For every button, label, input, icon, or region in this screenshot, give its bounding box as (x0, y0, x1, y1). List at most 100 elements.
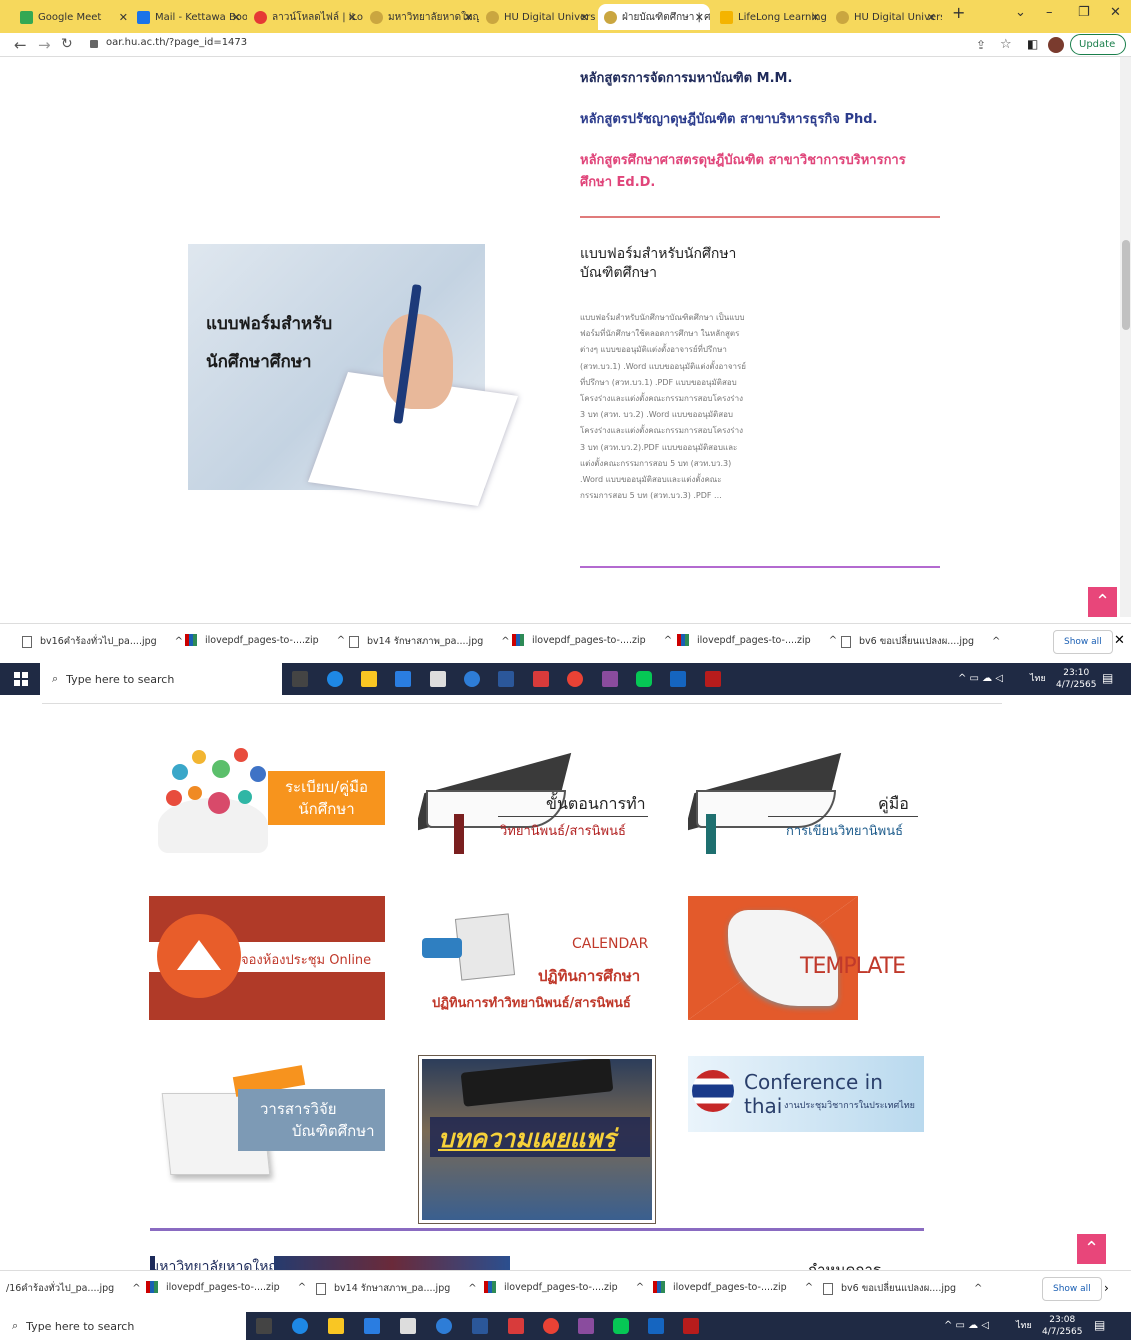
tile-template[interactable]: TEMPLATE (688, 896, 924, 1020)
close-icon[interactable]: ✕ (580, 11, 589, 24)
scrollbar[interactable] (1120, 57, 1131, 617)
download-item[interactable]: ilovepdf_pages-to-....zip ^ (146, 1281, 306, 1293)
tab-lifelong[interactable]: LifeLong Learning ✕ (714, 4, 826, 30)
download-item[interactable]: bv14 รักษาสภาพ_pa....jpg ^ (349, 634, 510, 649)
notifications-icon[interactable]: ▤ (1094, 1319, 1105, 1331)
windows-start-icon[interactable] (14, 672, 28, 686)
tab-hu-digital-2[interactable]: HU Digital Univers ✕ (830, 4, 942, 30)
close-icon[interactable]: ✕ (464, 11, 473, 24)
chevron-up-icon[interactable]: ^ (664, 635, 672, 646)
acrobat-icon[interactable] (508, 1318, 524, 1334)
chevron-up-icon[interactable]: ^ (805, 1282, 813, 1293)
tile-room-booking[interactable]: จองห้องประชุม Online (149, 896, 385, 1020)
bookmark-star-icon[interactable]: ☆ (1000, 37, 1012, 52)
task-view-icon[interactable] (292, 671, 308, 687)
chevron-up-icon[interactable]: ^ (636, 1282, 644, 1293)
language-indicator[interactable]: ไทย (1016, 1320, 1032, 1332)
update-button[interactable]: Update ⋮ (1070, 34, 1131, 55)
download-item[interactable]: ilovepdf_pages-to-....zip ^ (653, 1281, 813, 1293)
tab-mail[interactable]: Mail - Kettawa Boo ✕ (131, 4, 247, 30)
paint-icon[interactable] (602, 671, 618, 687)
word-icon[interactable] (472, 1318, 488, 1334)
chrome-icon[interactable] (567, 671, 583, 687)
calendar-icon[interactable] (430, 671, 446, 687)
close-downloads-icon[interactable]: ✕ (1114, 633, 1125, 648)
forms-thumbnail[interactable]: แบบฟอร์มสำหรับ นักศึกษาศึกษา (188, 244, 519, 506)
chevron-up-icon[interactable]: ^ (132, 1283, 140, 1294)
forms-title[interactable]: แบบฟอร์มสำหรับนักศึกษาบัณฑิตศึกษา (580, 245, 750, 283)
tile-writing-manual[interactable]: คู่มือ การเขียนวิทยานิพนธ์ (688, 738, 924, 860)
kebab-menu-icon[interactable]: ⋮ (1127, 39, 1131, 50)
new-tab-button[interactable]: + (952, 3, 965, 22)
reload-icon[interactable]: ↻ (61, 36, 73, 52)
chevron-right-icon[interactable]: › (1104, 1281, 1109, 1295)
winrar-icon[interactable] (683, 1318, 699, 1334)
taskbar-search[interactable]: ⌕ Type here to search (40, 663, 282, 695)
download-item[interactable]: ilovepdf_pages-to-....zip ^ (677, 634, 837, 646)
notifications-icon[interactable]: ▤ (1102, 672, 1113, 684)
mail-icon[interactable] (395, 671, 411, 687)
line-icon[interactable] (613, 1318, 629, 1334)
back-icon[interactable]: ← (14, 36, 27, 54)
tile-calendar[interactable]: CALENDAR ปฏิทินการศึกษา ปฏิทินการทำวิทยา… (418, 896, 656, 1020)
winrar-icon[interactable] (705, 671, 721, 687)
show-all-button[interactable]: Show all (1053, 630, 1113, 654)
close-icon[interactable]: ✕ (811, 11, 820, 24)
chevron-up-icon[interactable]: ^ (298, 1282, 306, 1293)
tab-search-icon[interactable]: ⌄ (1015, 5, 1026, 20)
tile-student-rules[interactable]: ระเบียบ/คู่มือ นักศึกษา (150, 738, 385, 860)
ie-icon[interactable] (464, 671, 480, 687)
tile-published-articles[interactable]: บทความเผยแพร่ (419, 1056, 655, 1223)
chevron-up-icon[interactable]: ^ (829, 635, 837, 646)
download-item[interactable]: ilovepdf_pages-to-....zip ^ (512, 634, 672, 646)
photos-icon[interactable] (648, 1318, 664, 1334)
file-explorer-icon[interactable] (328, 1318, 344, 1334)
tile-research-journal[interactable]: วารสารวิจัย บัณฑิตศึกษา (160, 1065, 385, 1183)
language-indicator[interactable]: ไทย (1030, 673, 1046, 685)
minimize-button[interactable]: – (1046, 5, 1053, 20)
tab-graduate-active[interactable]: ฝ่ายบัณฑิตศึกษา | ศ ✕ (598, 4, 710, 30)
url-field[interactable]: oar.hu.ac.th/?page_id=1473 (106, 37, 247, 48)
tray-icons[interactable]: ^ ▭ ☁ ◁ (958, 673, 1003, 685)
download-item[interactable]: bv6 ขอเปลี่ยนแปลงผ....jpg ^ (823, 1281, 982, 1296)
chevron-up-icon[interactable]: ^ (468, 1283, 476, 1294)
photos-icon[interactable] (670, 671, 686, 687)
program-mm-link[interactable]: หลักสูตรการจัดการมหาบัณฑิต M.M. (580, 67, 792, 88)
close-window-button[interactable]: ✕ (1110, 5, 1121, 20)
close-icon[interactable]: ✕ (348, 11, 357, 24)
tile-conference-thai[interactable]: Conference in thai งานประชุมวิชาการในประ… (688, 1056, 924, 1132)
paint-icon[interactable] (578, 1318, 594, 1334)
program-edd-link[interactable]: หลักสูตรศึกษาศาสตรดุษฎีบัณฑิต สาขาวิชากา… (580, 149, 906, 170)
scrollbar-thumb[interactable] (1122, 240, 1130, 330)
edge-icon[interactable] (327, 671, 343, 687)
chevron-up-icon[interactable]: ^ (175, 636, 183, 647)
forward-icon[interactable]: → (38, 36, 51, 54)
clock[interactable]: 23:08 4/7/2565 (1042, 1314, 1082, 1338)
word-icon[interactable] (498, 671, 514, 687)
close-icon[interactable]: ✕ (927, 11, 936, 24)
mail-icon[interactable] (364, 1318, 380, 1334)
download-item[interactable]: bv16คำร้องทั่วไป_pa....jpg ^ (22, 634, 183, 649)
download-item[interactable]: ilovepdf_pages-to-....zip ^ (484, 1281, 644, 1293)
program-edd-link-2[interactable]: ศึกษา Ed.D. (580, 171, 655, 192)
edge-icon[interactable] (292, 1318, 308, 1334)
clock[interactable]: 23:10 4/7/2565 (1056, 667, 1096, 691)
chrome-icon[interactable] (543, 1318, 559, 1334)
chevron-up-icon[interactable]: ^ (974, 1283, 982, 1294)
chevron-up-icon[interactable]: ^ (501, 636, 509, 647)
task-view-icon[interactable] (256, 1318, 272, 1334)
calendar-icon[interactable] (400, 1318, 416, 1334)
download-item[interactable]: ilovepdf_pages-to-....zip ^ (185, 634, 345, 646)
taskbar-search[interactable]: ⌕ Type here to search (0, 1312, 246, 1340)
tab-hu-digital[interactable]: HU Digital Univers ✕ (480, 4, 595, 30)
tab-google-meet[interactable]: Google Meet ✕ (14, 4, 134, 30)
close-icon[interactable]: ✕ (695, 11, 704, 24)
ie-icon[interactable] (436, 1318, 452, 1334)
tile-thesis-steps[interactable]: ขั้นตอนการทำ วิทยานิพนธ์/สารนิพนธ์ (418, 738, 656, 860)
show-all-button[interactable]: Show all (1042, 1277, 1102, 1301)
back-to-top-button[interactable]: ⌃ (1088, 587, 1117, 617)
side-panel-icon[interactable]: ◧ (1027, 37, 1038, 51)
chevron-up-icon[interactable]: ^ (992, 636, 1000, 647)
share-icon[interactable]: ⇪ (976, 38, 986, 52)
download-item[interactable]: bv6 ขอเปลี่ยนแปลงผ....jpg ^ (841, 634, 1000, 649)
